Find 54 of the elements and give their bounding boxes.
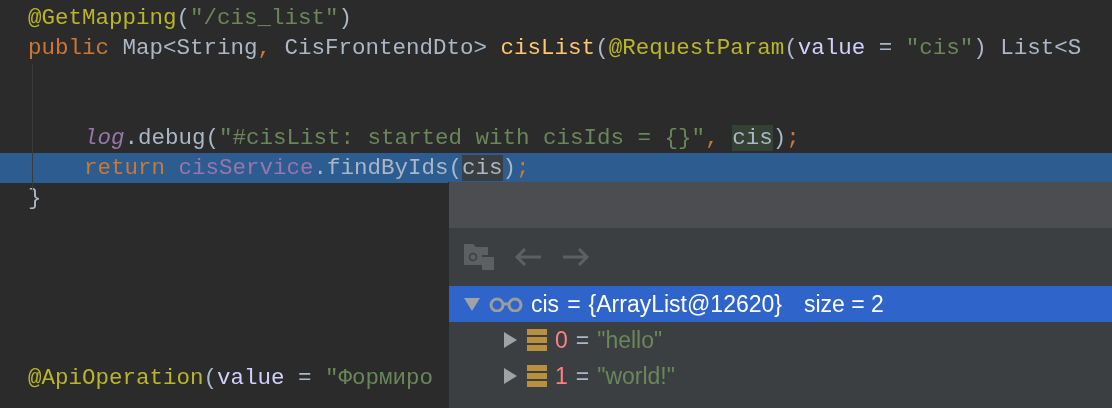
equals-sign: =	[567, 290, 581, 318]
stack-icon	[527, 365, 547, 387]
code-token: public	[28, 35, 110, 61]
size-label: size = 2	[804, 290, 884, 318]
stack-icon	[527, 329, 547, 351]
tree-row[interactable]: cis = {ArrayList@12620} size = 2	[449, 286, 1112, 322]
variable-name: 0	[555, 326, 568, 354]
code-token: @GetMapping	[28, 5, 177, 31]
equals-sign: =	[575, 362, 590, 390]
code-token: CisFrontendDto>	[284, 35, 489, 61]
code-token: cis	[732, 125, 773, 151]
variable-value: "hello"	[597, 326, 663, 354]
code-token: (	[203, 365, 218, 391]
code-token: )	[502, 155, 517, 181]
tree-row[interactable]: 0 = "hello"	[449, 322, 1112, 358]
code-token: .findByIds(	[313, 155, 463, 181]
code-token: (	[784, 35, 798, 61]
code-token: "/cis_list"	[190, 5, 339, 31]
equals-sign: =	[575, 326, 590, 354]
code-token: ) List<S	[973, 35, 1082, 61]
code-token: =	[297, 365, 313, 391]
tree-row[interactable]: 1 = "world!"	[449, 358, 1112, 394]
variable-value: {ArrayList@12620}	[588, 290, 782, 318]
glasses-icon	[489, 296, 523, 312]
expanded-triangle-icon[interactable]	[463, 295, 481, 313]
code-token: value	[217, 365, 285, 391]
code-token: )	[772, 125, 787, 151]
code-token: cisService	[178, 155, 314, 181]
code-token: )	[338, 5, 353, 31]
code-token: ;	[516, 155, 530, 181]
code-token: ,	[257, 35, 273, 61]
code-token: value	[797, 35, 866, 61]
code-token: "#cisList: started with cisIds = {}"	[219, 125, 706, 151]
variable-name: 1	[555, 362, 568, 390]
code-token: (	[176, 5, 191, 31]
code-token: ;	[786, 125, 800, 151]
code-token: Map<String	[122, 35, 258, 61]
code-token: cis	[462, 155, 503, 181]
variable-name: cis	[531, 290, 560, 318]
code-token: @ApiOperation	[28, 365, 204, 391]
collapsed-triangle-icon[interactable]	[501, 331, 519, 349]
collapsed-triangle-icon[interactable]	[501, 367, 519, 385]
code-token: }	[28, 185, 42, 211]
code-token: =	[877, 35, 894, 61]
code-token: return	[84, 155, 166, 181]
code-token: "Формиро	[325, 365, 434, 391]
code-token: .debug(	[124, 125, 220, 151]
code-token: "cis"	[905, 35, 974, 61]
code-token: cisList	[500, 35, 596, 61]
code-token: @RequestParam	[608, 35, 785, 61]
code-token: ,	[705, 125, 720, 151]
variable-value: "world!"	[597, 362, 675, 390]
code-token: (	[595, 35, 609, 61]
code-token: log	[84, 125, 125, 151]
